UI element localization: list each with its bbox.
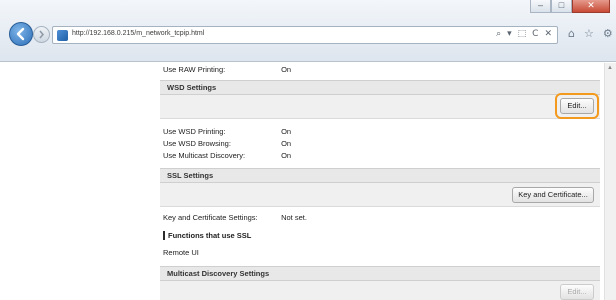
ssl-section-header: SSL Settings [160,168,600,183]
search-icon[interactable]: ⌕ [496,29,501,39]
settings-gear-icon[interactable]: ⚙ [603,27,613,40]
row-value: On [281,151,292,160]
multicast-edit-button[interactable]: Edit... [560,284,594,300]
address-tools: ⌕ ▾ ⬚ C ✕ [496,29,552,39]
window-controls: – □ ✕ [530,0,610,14]
forward-button[interactable] [33,26,50,43]
left-panel [0,63,143,300]
multicast-section-header: Multicast Discovery Settings [160,266,600,281]
back-button[interactable] [9,22,33,46]
favorites-star-icon[interactable]: ☆ [584,27,594,40]
arrow-right-icon [39,30,44,39]
arrow-left-icon [16,27,25,41]
close-window-button[interactable]: ✕ [572,0,610,13]
settings-content: Use RAW Printing: On WSD Settings Edit..… [143,63,616,300]
refresh-icon[interactable]: C [532,29,538,39]
wsd-printing-row: Use WSD Printing: On [163,127,291,136]
scroll-up-icon[interactable]: ▲ [607,65,613,71]
row-value: On [281,139,292,148]
row-value: On [281,127,292,136]
compatibility-view-icon[interactable]: ⬚ [518,29,527,39]
edit-button-highlight [555,93,599,119]
raw-printing-row: Use RAW Printing: On [163,65,291,74]
key-and-certificate-button[interactable]: Key and Certificate... [512,187,594,203]
row-label: Use Multicast Discovery: [163,151,246,160]
multicast-discovery-row: Use Multicast Discovery: On [163,151,291,160]
row-value: Not set. [281,213,307,222]
url-text: http://192.168.0.215/m_network_tcpip.htm… [72,30,205,37]
wsd-browsing-row: Use WSD Browsing: On [163,139,291,148]
multicast-button-bar: Edit... [160,281,600,300]
page-favicon-icon [57,30,68,41]
row-label: Use WSD Browsing: [163,139,231,148]
key-certificate-settings-row: Key and Certificate Settings: Not set. [163,213,307,222]
remote-ui-item: Remote UI [163,248,199,257]
maximize-button[interactable]: □ [551,0,572,13]
row-value: On [281,65,292,74]
wsd-button-bar: Edit... [160,93,600,119]
row-label: Key and Certificate Settings: [163,213,258,222]
browser-chrome: – □ ✕ http://192.168.0.215/m_network_tcp… [0,0,616,62]
row-label: Use RAW Printing: [163,65,226,74]
home-icon[interactable]: ⌂ [568,27,575,40]
vertical-scrollbar[interactable]: ▲ [604,63,616,300]
address-bar[interactable]: http://192.168.0.215/m_network_tcpip.htm… [52,26,558,44]
functions-using-ssl-heading: Functions that use SSL [163,231,251,240]
minimize-button[interactable]: – [530,0,551,13]
ssl-button-bar: Key and Certificate... [160,183,600,207]
row-label: Remote UI [163,248,199,257]
browser-toolbar-icons: ⌂ ☆ ⚙ [568,27,613,40]
dropdown-arrow-icon[interactable]: ▾ [507,29,512,39]
stop-icon[interactable]: ✕ [544,29,552,39]
wsd-section-header: WSD Settings [160,80,600,95]
row-label: Use WSD Printing: [163,127,226,136]
